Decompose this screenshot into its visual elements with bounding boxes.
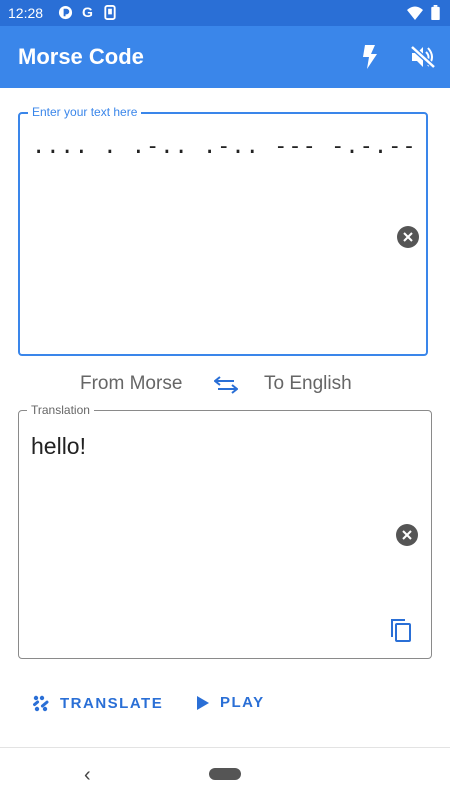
play-icon bbox=[197, 695, 209, 710]
battery-icon bbox=[431, 5, 440, 20]
svg-text:G: G bbox=[82, 5, 93, 20]
mute-button[interactable] bbox=[408, 42, 438, 72]
translation-output-field[interactable]: Translation hello! bbox=[18, 403, 432, 659]
clear-output-button[interactable] bbox=[396, 524, 418, 546]
close-icon bbox=[402, 530, 412, 540]
copy-icon bbox=[391, 619, 411, 642]
input-label: Enter your text here bbox=[28, 105, 142, 119]
input-value[interactable]: .... . .-.. .-.. --- -.-.-- bbox=[32, 134, 417, 159]
home-pill[interactable] bbox=[209, 768, 241, 780]
system-nav-bar: ‹ bbox=[0, 748, 450, 800]
from-language[interactable]: From Morse bbox=[80, 373, 182, 395]
status-icons-left: G bbox=[58, 5, 116, 20]
translate-button[interactable]: TRANSLATE bbox=[32, 694, 163, 712]
status-time: 12:28 bbox=[8, 5, 44, 21]
play-label: PLAY bbox=[220, 694, 265, 711]
translate-icon bbox=[33, 695, 49, 712]
wifi-icon bbox=[407, 6, 423, 20]
google-icon: G bbox=[82, 5, 93, 20]
app-title: Morse Code bbox=[18, 44, 144, 69]
phone-icon bbox=[104, 5, 116, 20]
app-bar: Morse Code bbox=[0, 26, 450, 88]
action-bar: TRANSLATE PLAY bbox=[0, 690, 450, 720]
status-bar: 12:28 G bbox=[0, 0, 450, 26]
direction-row: From Morse To English bbox=[0, 370, 450, 400]
translate-label: TRANSLATE bbox=[60, 694, 164, 712]
play-button[interactable]: PLAY bbox=[196, 694, 265, 711]
volume-off-icon bbox=[410, 45, 436, 69]
output-label: Translation bbox=[27, 403, 94, 417]
swap-direction-button[interactable] bbox=[213, 372, 239, 398]
to-language[interactable]: To English bbox=[264, 373, 352, 395]
back-icon[interactable]: ‹ bbox=[84, 764, 91, 787]
status-icons-right bbox=[407, 5, 440, 20]
output-value: hello! bbox=[31, 433, 86, 459]
morse-input-field[interactable]: Enter your text here .... . .-.. .-.. --… bbox=[18, 105, 428, 356]
flash-button[interactable] bbox=[355, 42, 385, 72]
pocket-casts-icon bbox=[58, 5, 73, 20]
swap-icon bbox=[214, 376, 238, 394]
close-icon bbox=[403, 232, 413, 242]
flash-icon bbox=[363, 45, 377, 69]
copy-button[interactable] bbox=[389, 617, 415, 643]
clear-input-button[interactable] bbox=[397, 226, 419, 248]
